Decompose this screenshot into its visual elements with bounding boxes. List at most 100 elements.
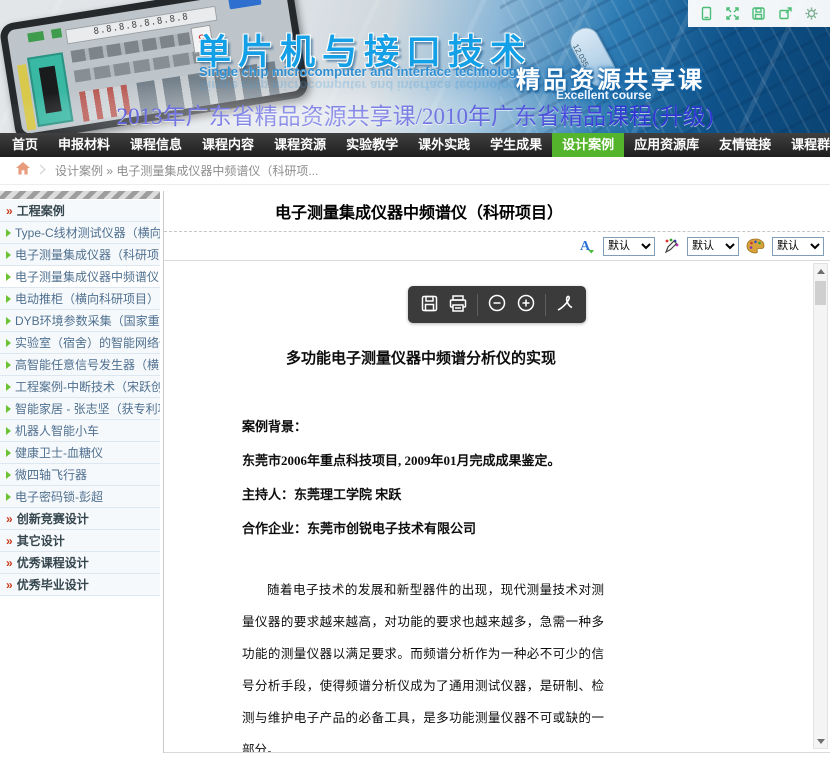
sidebar-section-excellent-course-design[interactable]: »优秀课程设计 <box>0 552 160 574</box>
font-family-select[interactable]: 默认 <box>603 237 655 256</box>
banner-toolbar <box>688 0 830 27</box>
board-terminal <box>27 31 44 42</box>
page-title: 电子测量集成仪器中频谱仪（科研项目） <box>164 199 674 223</box>
board-keypad <box>79 85 131 122</box>
nav-item-course-content[interactable]: 课程内容 <box>192 133 264 157</box>
board-component <box>228 0 261 9</box>
scroll-down-button[interactable] <box>814 734 827 748</box>
chevron-up-icon <box>817 269 825 274</box>
settings-icon[interactable] <box>804 6 819 21</box>
nav-item-student-achievements[interactable]: 学生成果 <box>480 133 552 157</box>
sidebar-item-glucose-meter[interactable]: 健康卫士-血糖仪 <box>0 442 160 464</box>
item-arrow-icon <box>6 449 11 457</box>
share-icon[interactable] <box>778 6 793 21</box>
sidebar-item-spectrum-analyzer[interactable]: 电子测量集成仪器中频谱仪（科... <box>0 266 160 288</box>
site-subtitle: Single chip microcomputer and interface … <box>199 64 524 79</box>
item-arrow-icon <box>6 383 11 391</box>
nav-item-app-repository[interactable]: 应用资源库 <box>624 133 709 157</box>
nav-item-course-resources[interactable]: 课程资源 <box>264 133 336 157</box>
pdf-button[interactable] <box>555 293 575 316</box>
font-color-select[interactable]: 默认 <box>772 237 824 256</box>
item-arrow-icon <box>6 493 11 501</box>
viewer-toolbar <box>408 286 586 323</box>
zoom-out-button[interactable] <box>487 293 507 316</box>
item-arrow-icon <box>6 295 11 303</box>
nav-item-course-group[interactable]: 课程群 <box>781 133 830 157</box>
sidebar-item-integrated-instrument[interactable]: 电子测量集成仪器（科研项目来... <box>0 244 160 266</box>
sidebar-item-smart-network-lab[interactable]: 实验室（宿舍）的智能网络信息化 <box>0 332 160 354</box>
home-icon[interactable] <box>16 162 30 180</box>
nav-item-experiment-teaching[interactable]: 实验教学 <box>336 133 408 157</box>
item-arrow-icon <box>6 339 11 347</box>
sidebar-section-excellent-graduation-design[interactable]: »优秀毕业设计 <box>0 574 160 596</box>
site-banner: 12.035.42 8.8.8.8.8.8.8.8 8 单片机与接口技术 Sin… <box>0 0 830 133</box>
sidebar-decorative-strip <box>0 191 160 199</box>
sidebar-list: »工程案例 Type-C线材测试仪器（横向项目... 电子测量集成仪器（科研项目… <box>0 200 160 596</box>
font-size-pen-icon[interactable] <box>662 237 680 255</box>
zoom-in-button[interactable] <box>516 293 536 316</box>
chevron-down-icon <box>817 739 825 744</box>
breadcrumb-path[interactable]: 设计案例 » 电子测量集成仪器中频谱仪（科研项... <box>55 162 318 179</box>
item-arrow-icon <box>6 405 11 413</box>
item-arrow-icon <box>6 471 11 479</box>
nav-item-home[interactable]: 首页 <box>2 133 48 157</box>
tablet-icon[interactable] <box>699 6 714 21</box>
font-size-select[interactable]: 默认 <box>687 237 739 256</box>
item-arrow-icon <box>6 229 11 237</box>
print-button[interactable] <box>448 294 468 316</box>
save-icon[interactable] <box>751 6 766 21</box>
breadcrumb: 设计案例 » 电子测量集成仪器中频谱仪（科研项... <box>0 157 830 185</box>
sidebar-item-smart-home[interactable]: 智能家居 - 张志坚（获专利项目） <box>0 398 160 420</box>
sidebar-item-signal-generator[interactable]: 高智能任意信号发生器（横向科... <box>0 354 160 376</box>
sidebar-item-electric-cabinet[interactable]: 电动推柜（横向科研项目） <box>0 288 160 310</box>
sidebar-item-electronic-lock[interactable]: 电子密码锁-彭超 <box>0 486 160 508</box>
item-arrow-icon <box>6 427 11 435</box>
main-content: 电子测量集成仪器中频谱仪（科研项目） A 默认 <box>163 191 830 753</box>
item-arrow-icon <box>6 251 11 259</box>
award-line: 2013年广东省精品资源共享课/2010年广东省精品课程(升级) <box>0 97 830 131</box>
viewer-scrollbar[interactable] <box>813 263 828 749</box>
item-arrow-icon <box>6 361 11 369</box>
nav-item-friendly-links[interactable]: 友情链接 <box>709 133 781 157</box>
nav-item-application-materials[interactable]: 申报材料 <box>48 133 120 157</box>
sidebar-section-engineering-cases[interactable]: »工程案例 <box>0 200 160 222</box>
leader-line: 主持人：东莞理工学院 宋跃 <box>242 478 642 512</box>
page-body: »工程案例 Type-C线材测试仪器（横向项目... 电子测量集成仪器（科研项目… <box>0 185 830 753</box>
sidebar-item-interrupt-technique[interactable]: 工程案例-中断技术（宋跃创新项... <box>0 376 160 398</box>
document-paragraph: 随着电子技术的发展和新型器件的出现，现代测量技术对测量仪器的要求越来越高，对功能… <box>242 574 604 753</box>
document-heading: 多功能电子测量仪器中频谱分析仪的实现 <box>242 347 600 368</box>
sidebar: »工程案例 Type-C线材测试仪器（横向项目... 电子测量集成仪器（科研项目… <box>0 191 160 596</box>
scrollbar-thumb[interactable] <box>815 281 826 305</box>
sidebar-item-robot-car[interactable]: 机器人智能小车 <box>0 420 160 442</box>
sidebar-item-typec-tester[interactable]: Type-C线材测试仪器（横向项目... <box>0 222 160 244</box>
document-page: 多功能电子测量仪器中频谱分析仪的实现 案例背景： 东莞市2006年重点科技项目,… <box>164 261 830 753</box>
board-terminal <box>51 28 62 38</box>
sidebar-item-quadcopter[interactable]: 微四轴飞行器 <box>0 464 160 486</box>
nav-item-course-info[interactable]: 课程信息 <box>120 133 192 157</box>
section-arrow-icon: » <box>6 574 13 596</box>
item-arrow-icon <box>6 273 11 281</box>
save-button[interactable] <box>420 294 439 316</box>
font-family-icon[interactable]: A <box>578 237 596 255</box>
section-arrow-icon: » <box>6 530 13 552</box>
document-viewer: 多功能电子测量仪器中频谱分析仪的实现 案例背景： 东莞市2006年重点科技项目,… <box>164 260 830 753</box>
toolbar-divider <box>477 294 478 316</box>
project-line: 东莞市2006年重点科技项目, 2009年01月完成成果鉴定。 <box>242 444 642 478</box>
sidebar-item-dyb-env-params[interactable]: DYB环境参数采集（国家重大科研... <box>0 310 160 332</box>
palette-icon[interactable] <box>746 238 765 254</box>
section-arrow-icon: » <box>6 552 13 574</box>
toolbar-divider <box>545 294 546 316</box>
sidebar-section-innovation-competition[interactable]: »创新竞赛设计 <box>0 508 160 530</box>
svg-text:A: A <box>580 239 591 254</box>
nav-item-design-cases[interactable]: 设计案例 <box>552 133 624 157</box>
item-arrow-icon <box>6 317 11 325</box>
section-arrow-icon: » <box>6 508 13 530</box>
fullscreen-icon[interactable] <box>725 6 740 21</box>
nav-item-extracurricular[interactable]: 课外实践 <box>408 133 480 157</box>
site-subtitle-reflection: Single chip microcomputer and interface … <box>199 78 524 93</box>
section-arrow-icon: » <box>6 200 13 222</box>
case-background-label: 案例背景： <box>242 410 642 444</box>
sidebar-section-other-design[interactable]: »其它设计 <box>0 530 160 552</box>
board-lcd <box>27 52 74 127</box>
scroll-up-button[interactable] <box>814 264 827 278</box>
